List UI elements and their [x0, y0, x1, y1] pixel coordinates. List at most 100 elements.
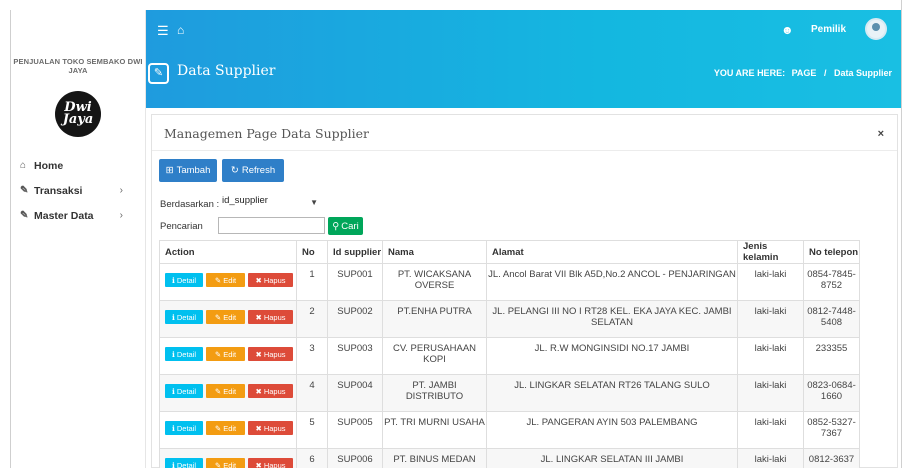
cell-alamat: JL. PELANGI III NO I RT28 KEL. EKA JAYA … [486, 300, 738, 338]
sidebar-item-transaksi[interactable]: ✎ Transaksi › [11, 178, 145, 203]
detail-button[interactable]: ℹ Detail [165, 421, 203, 435]
detail-label: Detail [176, 275, 197, 285]
close-icon[interactable]: × [878, 128, 884, 140]
edit-label: Edit [223, 312, 237, 322]
menu-toggle-icon[interactable]: ☰ [157, 23, 169, 39]
add-button[interactable]: ⊞ Tambah [159, 159, 217, 182]
edit-button[interactable]: ✎ Edit [206, 458, 245, 468]
delete-label: Hapus [263, 349, 286, 359]
cell-id: SUP001 [327, 263, 383, 301]
delete-button[interactable]: ✖ Hapus [248, 310, 293, 324]
cell-nama: PT. JAMBI DISTRIBUTO [382, 374, 487, 412]
edit-button[interactable]: ✎ Edit [206, 310, 245, 324]
filter-select[interactable]: id_supplier ▼ [220, 195, 324, 212]
delete-button[interactable]: ✖ Hapus [248, 458, 293, 468]
col-nama: Nama [382, 240, 487, 264]
pencil-icon: ✎ [148, 63, 169, 84]
search-input[interactable] [218, 217, 325, 234]
caret-down-icon: ▼ [310, 198, 318, 207]
cell-nama: PT. WICAKSANA OVERSE [382, 263, 487, 301]
divider [152, 150, 897, 151]
home-icon[interactable]: ⌂ [177, 23, 184, 37]
edit-button[interactable]: ✎ Edit [206, 421, 245, 435]
edit-icon: ✎ [214, 312, 224, 322]
sidebar-item-label: Home [34, 159, 64, 172]
delete-button[interactable]: ✖ Hapus [248, 273, 293, 287]
supplier-table: Action No Id supplier Nama Alamat Jenis … [159, 240, 860, 468]
cell-no: 5 [296, 411, 328, 449]
cell-alamat: JL. R.W MONGINSIDI NO.17 JAMBI [486, 337, 738, 375]
cell-jenis-kelamin: laki-laki [737, 263, 804, 301]
edit-icon: ✎ [214, 275, 224, 285]
action-cell: ℹ Detail ✎ Edit ✖ Hapus [159, 411, 297, 449]
search-label-text: Pencarian [160, 221, 203, 232]
edit-button[interactable]: ✎ Edit [206, 384, 245, 398]
detail-button[interactable]: ℹ Detail [165, 347, 203, 361]
action-cell: ℹ Detail ✎ Edit ✖ Hapus [159, 374, 297, 412]
delete-label: Hapus [263, 386, 286, 396]
cell-telepon: 0852-5327-7367 [803, 411, 860, 449]
breadcrumb-label: YOU ARE HERE: [713, 68, 786, 78]
add-button-label: Tambah [176, 165, 211, 176]
delete-label: Hapus [263, 312, 286, 322]
table-row: ℹ Detail ✎ Edit ✖ Hapus 1 SUP001 PT. WICAKSAN… [159, 263, 860, 301]
pencil-icon: ✎ [20, 185, 29, 196]
edit-icon: ✎ [214, 349, 224, 359]
action-cell: ℹ Detail ✎ Edit ✖ Hapus [159, 448, 297, 468]
detail-button[interactable]: ℹ Detail [165, 310, 203, 324]
cell-alamat: JL. LINGKAR SELATAN RT26 TALANG SULO [486, 374, 738, 412]
sidebar-item-label: Master Data [34, 209, 94, 222]
search-button-label: Cari [341, 220, 359, 232]
delete-button[interactable]: ✖ Hapus [248, 384, 293, 398]
breadcrumb-separator: / [823, 68, 827, 78]
refresh-button[interactable]: ↻ Refresh [222, 159, 284, 182]
cell-nama: PT.ENHA PUTRA [382, 300, 487, 338]
breadcrumb-current: Data Supplier [833, 68, 892, 78]
delete-button[interactable]: ✖ Hapus [248, 347, 293, 361]
delete-button[interactable]: ✖ Hapus [248, 421, 293, 435]
col-action: Action [159, 240, 297, 264]
cell-no: 3 [296, 337, 328, 375]
sidebar: PENJUALAN TOKO SEMBAKO DWI JAYA Dwi Jaya… [11, 10, 146, 468]
table-row: ℹ Detail ✎ Edit ✖ Hapus 5 SUP005 PT. TRI MURN… [159, 411, 860, 449]
chevron-right-icon: › [119, 210, 123, 221]
user-name[interactable]: Pemilik [811, 24, 846, 35]
avatar[interactable] [865, 18, 887, 40]
cell-no: 1 [296, 263, 328, 301]
breadcrumb-page[interactable]: PAGE [792, 68, 817, 78]
cell-no: 4 [296, 374, 328, 412]
edit-button[interactable]: ✎ Edit [206, 347, 245, 361]
detail-button[interactable]: ℹ Detail [165, 458, 203, 468]
cell-alamat: JL. LINGKAR SELATAN III JAMBI [486, 448, 738, 468]
sidebar-menu: ⌂ Home ✎ Transaksi › ✎ Master Data › [11, 153, 145, 228]
cell-telepon: 0823-0684-1660 [803, 374, 860, 412]
cell-alamat: JL. PANGERAN AYIN 503 PALEMBANG [486, 411, 738, 449]
search-button[interactable]: ⚲ Cari [328, 217, 363, 235]
cell-telepon: 0854-7845-8752 [803, 263, 860, 301]
table-row: ℹ Detail ✎ Edit ✖ Hapus 3 SUP003 CV. PERUSAHA… [159, 337, 860, 375]
close-icon: ✖ [255, 460, 264, 468]
delete-label: Hapus [263, 275, 286, 285]
cell-jenis-kelamin: laki-laki [737, 448, 804, 468]
col-id: Id supplier [327, 240, 383, 264]
sidebar-item-master-data[interactable]: ✎ Master Data › [11, 203, 145, 228]
breadcrumb: YOU ARE HERE: PAGE / Data Supplier [714, 68, 892, 78]
close-icon: ✖ [255, 386, 264, 396]
detail-button[interactable]: ℹ Detail [165, 384, 203, 398]
edit-label: Edit [223, 349, 237, 359]
edit-label: Edit [223, 275, 237, 285]
edit-label: Edit [223, 460, 237, 468]
detail-button[interactable]: ℹ Detail [165, 273, 203, 287]
detail-label: Detail [176, 312, 197, 322]
delete-label: Hapus [263, 460, 286, 468]
table-header-row: Action No Id supplier Nama Alamat Jenis … [159, 240, 860, 264]
sidebar-item-label: Transaksi [34, 184, 83, 197]
col-no: No [296, 240, 328, 264]
card-title: Managemen Page Data Supplier [164, 126, 370, 141]
action-cell: ℹ Detail ✎ Edit ✖ Hapus [159, 337, 297, 375]
users-icon[interactable]: ☻ [781, 23, 794, 37]
edit-button[interactable]: ✎ Edit [206, 273, 245, 287]
sidebar-item-home[interactable]: ⌂ Home [11, 153, 145, 178]
content-card: Managemen Page Data Supplier × ⊞ Tambah … [151, 114, 898, 468]
col-alamat: Alamat [486, 240, 738, 264]
